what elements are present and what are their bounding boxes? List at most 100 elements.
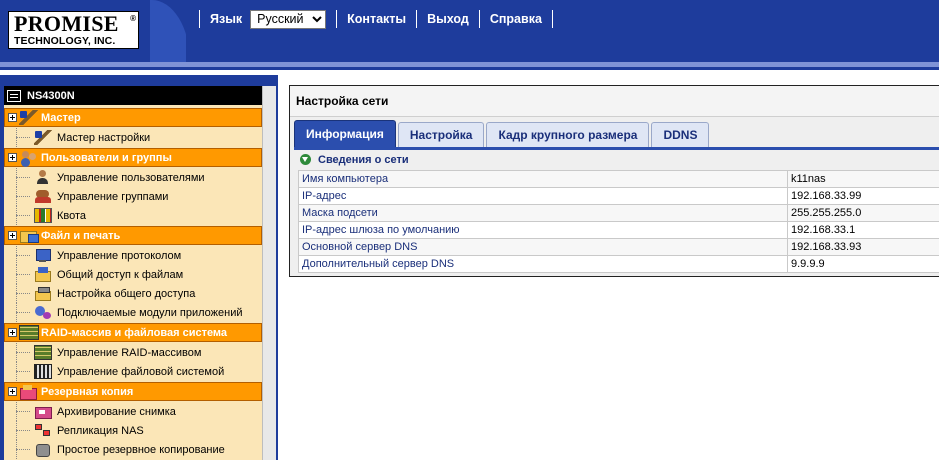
tab-label: Настройка bbox=[409, 128, 473, 142]
table-row: Маска подсети 255.255.255.0 bbox=[298, 204, 939, 222]
monitor-icon bbox=[34, 248, 52, 263]
main-content: Настройка сети Информация Настройка Кадр… bbox=[285, 77, 939, 460]
section-header-network-info[interactable]: Сведения о сети bbox=[298, 150, 939, 169]
logo-text-line1: PROMISE bbox=[14, 11, 119, 36]
sidebar-item-label: Управление пользователями bbox=[57, 171, 205, 184]
replication-icon bbox=[34, 423, 52, 438]
row-label: Маска подсети bbox=[298, 204, 788, 222]
group-label: Пользователи и группы bbox=[41, 151, 172, 164]
device-node[interactable]: NS4300N bbox=[4, 86, 262, 107]
section-title: Сведения о сети bbox=[318, 153, 409, 166]
device-name: NS4300N bbox=[27, 89, 75, 102]
sidebar-group-backup[interactable]: Резервная копия bbox=[4, 382, 262, 401]
expand-icon[interactable] bbox=[8, 113, 17, 122]
help-link[interactable]: Справка bbox=[482, 10, 550, 28]
sidebar-item-sharing-setup[interactable]: Настройка общего доступа bbox=[4, 284, 262, 303]
tab-label: Кадр крупного размера bbox=[498, 128, 638, 142]
sidebar-item-label: Квота bbox=[57, 209, 87, 222]
plugin-icon bbox=[34, 305, 52, 320]
users-icon bbox=[19, 150, 39, 165]
folder-icon bbox=[19, 228, 39, 243]
sidebar-item-app-plugins[interactable]: Подключаемые модули приложений bbox=[4, 303, 262, 322]
device-icon bbox=[7, 89, 21, 102]
row-value: k11nas bbox=[787, 170, 939, 188]
sidebar-item-filesystem-management[interactable]: Управление файловой системой bbox=[4, 362, 262, 381]
group-icon bbox=[34, 189, 52, 204]
top-header: PROMISE ® TECHNOLOGY, INC. Язык Русский … bbox=[0, 0, 939, 62]
expand-icon[interactable] bbox=[8, 231, 17, 240]
sidebar-item-file-sharing[interactable]: Общий доступ к файлам bbox=[4, 265, 262, 284]
backup-icon bbox=[19, 384, 39, 400]
expand-icon[interactable] bbox=[8, 387, 17, 396]
nav-separator bbox=[478, 10, 480, 28]
sidebar-item-label: Архивирование снимка bbox=[57, 405, 176, 418]
backup-tool-icon bbox=[34, 442, 52, 457]
promise-logo: PROMISE ® TECHNOLOGY, INC. bbox=[8, 11, 139, 49]
sidebar-group-users-groups[interactable]: Пользователи и группы bbox=[4, 148, 262, 167]
sidebar-scrollbar[interactable] bbox=[262, 86, 276, 460]
sidebar-item-protocol-management[interactable]: Управление протоколом bbox=[4, 246, 262, 265]
sidebar-item-raid-management[interactable]: Управление RAID-массивом bbox=[4, 343, 262, 362]
group-label: Резервная копия bbox=[41, 385, 134, 398]
tab-label: DDNS bbox=[663, 128, 698, 142]
sidebar-item-label: Управление RAID-массивом bbox=[57, 346, 202, 359]
tab-ddns[interactable]: DDNS bbox=[651, 122, 710, 147]
wizard-icon bbox=[34, 130, 52, 145]
table-row: Дополнительный сервер DNS 9.9.9.9 bbox=[298, 255, 939, 273]
raid-icon bbox=[34, 345, 52, 360]
row-value: 255.255.255.0 bbox=[787, 204, 939, 222]
nav-separator bbox=[336, 10, 338, 28]
sidebar-item-setup-wizard[interactable]: Мастер настройки bbox=[4, 128, 262, 147]
logout-link[interactable]: Выход bbox=[419, 10, 477, 28]
table-row: Имя компьютера k11nas bbox=[298, 170, 939, 188]
sidebar-item-user-management[interactable]: Управление пользователями bbox=[4, 168, 262, 187]
sidebar-item-nas-replication[interactable]: Репликация NAS bbox=[4, 421, 262, 440]
sidebar-item-label: Управление файловой системой bbox=[57, 365, 225, 378]
table-row: IP-адрес 192.168.33.99 bbox=[298, 187, 939, 205]
tab-settings[interactable]: Настройка bbox=[397, 122, 485, 147]
nav-separator bbox=[416, 10, 418, 28]
sidebar-item-label: Простое резервное копирование bbox=[57, 443, 225, 456]
expand-icon[interactable] bbox=[8, 328, 17, 337]
sidebar-group-wizard[interactable]: Мастер bbox=[4, 108, 262, 127]
tab-jumbo-frame[interactable]: Кадр крупного размера bbox=[486, 122, 650, 147]
sidebar-item-snapshot-archive[interactable]: Архивирование снимка bbox=[4, 402, 262, 421]
group-label: Файл и печать bbox=[41, 229, 121, 242]
table-row: Основной сервер DNS 192.168.33.93 bbox=[298, 238, 939, 256]
group-label: Мастер bbox=[41, 111, 81, 124]
sidebar-item-label: Настройка общего доступа bbox=[57, 287, 196, 300]
sidebar-tree: NS4300N Мастер Мастер настройки Пользова… bbox=[4, 86, 262, 460]
share-settings-icon bbox=[34, 286, 52, 301]
language-select[interactable]: Русский bbox=[250, 9, 327, 29]
sidebar-item-group-management[interactable]: Управление группами bbox=[4, 187, 262, 206]
sidebar-item-label: Управление группами bbox=[57, 190, 169, 203]
row-label: IP-адрес шлюза по умолчанию bbox=[298, 221, 788, 239]
row-label: Имя компьютера bbox=[298, 170, 788, 188]
tab-bar: Информация Настройка Кадр крупного разме… bbox=[294, 120, 711, 147]
tab-label: Информация bbox=[306, 127, 384, 141]
language-label: Язык bbox=[210, 12, 243, 26]
nav-separator bbox=[199, 10, 200, 28]
header-decoration-edge bbox=[186, 0, 192, 62]
sidebar-item-simple-backup[interactable]: Простое резервное копирование bbox=[4, 440, 262, 459]
sidebar-item-label: Общий доступ к файлам bbox=[57, 268, 184, 281]
tab-information[interactable]: Информация bbox=[294, 120, 396, 147]
sidebar-group-file-print[interactable]: Файл и печать bbox=[4, 226, 262, 245]
logo-text-line2: TECHNOLOGY, INC. bbox=[14, 35, 116, 47]
sidebar-item-label: Мастер настройки bbox=[57, 131, 151, 144]
collapse-arrow-icon[interactable] bbox=[300, 154, 311, 165]
table-row: IP-адрес шлюза по умолчанию 192.168.33.1 bbox=[298, 221, 939, 239]
sidebar-item-quota[interactable]: Квота bbox=[4, 206, 262, 225]
group-label: RAID-массив и файловая система bbox=[41, 326, 228, 339]
raid-icon bbox=[19, 325, 39, 340]
network-info-table: Имя компьютера k11nas IP-адрес 192.168.3… bbox=[298, 170, 939, 273]
quota-icon bbox=[34, 208, 52, 223]
row-value: 192.168.33.93 bbox=[787, 238, 939, 256]
expand-icon[interactable] bbox=[8, 153, 17, 162]
contacts-link[interactable]: Контакты bbox=[339, 10, 414, 28]
shared-folder-icon bbox=[34, 267, 52, 282]
wizard-icon bbox=[19, 110, 39, 125]
row-value: 9.9.9.9 bbox=[787, 255, 939, 273]
sidebar-group-raid-fs[interactable]: RAID-массив и файловая система bbox=[4, 323, 262, 342]
row-value: 192.168.33.1 bbox=[787, 221, 939, 239]
